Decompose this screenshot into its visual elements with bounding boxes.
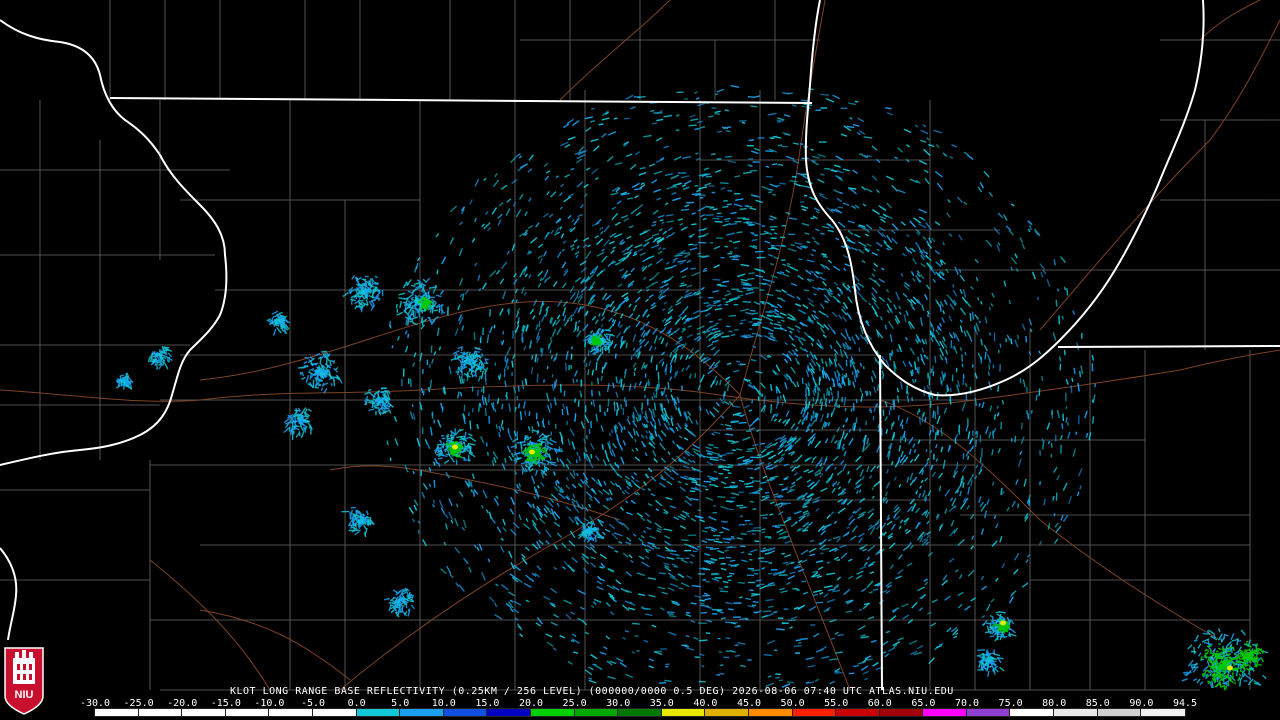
niu-logo-text: NIU: [15, 689, 34, 701]
scale-label: 0.0: [347, 698, 366, 709]
colorbar-segment: [791, 708, 838, 717]
reflectivity-colorbar: [94, 708, 1186, 717]
colorbar-segment: [529, 708, 576, 717]
scale-label: 10.0: [431, 698, 456, 709]
scale-label: 25.0: [562, 698, 587, 709]
colorbar-segment: [1140, 708, 1186, 717]
scale-label: -5.0: [300, 698, 326, 709]
scale-label: 40.0: [693, 698, 718, 709]
colorbar-segment: [268, 708, 314, 717]
colorbar-segment: [1009, 708, 1056, 717]
scale-label: -25.0: [123, 698, 154, 709]
scale-label: 15.0: [475, 698, 500, 709]
colorbar-segment: [94, 708, 140, 717]
colorbar-segment: [486, 708, 532, 717]
scale-label: 45.0: [736, 698, 762, 709]
product-caption: KLOT LONG RANGE BASE REFLECTIVITY (0.25K…: [230, 686, 954, 697]
colorbar-segment: [224, 708, 271, 717]
niu-logo: NIU: [3, 646, 45, 716]
niu-seal-icon: NIU: [4, 647, 44, 715]
scale-label: 5.0: [391, 698, 410, 709]
colorbar-segment: [137, 708, 184, 717]
scale-label: 50.0: [780, 698, 805, 709]
colorbar-segment: [922, 708, 968, 717]
scale-label: 90.0: [1129, 698, 1154, 709]
scale-label: -10.0: [254, 698, 285, 709]
colorbar-segment: [311, 708, 358, 717]
colorbar-segment: [442, 708, 489, 717]
colorbar-segment: [704, 708, 750, 717]
scale-label: -15.0: [210, 698, 241, 709]
scale-label: 80.0: [1042, 698, 1067, 709]
colorbar-segment: [965, 708, 1012, 717]
scale-label: 65.0: [911, 698, 936, 709]
colorbar-segment: [355, 708, 402, 717]
colorbar-segment: [1096, 708, 1143, 717]
scale-label: 20.0: [518, 698, 544, 709]
colorbar-segment: [399, 708, 445, 717]
colorbar-segment: [1053, 708, 1099, 717]
scale-label: 75.0: [998, 698, 1023, 709]
scale-label: 94.5: [1172, 698, 1198, 709]
colorbar-segment: [835, 708, 881, 717]
scale-label: 30.0: [606, 698, 631, 709]
scale-label: -20.0: [167, 698, 198, 709]
radar-map: [0, 0, 1280, 720]
scale-label: 85.0: [1085, 698, 1110, 709]
colorbar-segment: [617, 708, 663, 717]
colorbar-segment: [660, 708, 707, 717]
scale-label: -30.0: [79, 698, 111, 709]
scale-label: 70.0: [954, 698, 980, 709]
scale-label: 55.0: [824, 698, 849, 709]
colorbar-segment: [878, 708, 925, 717]
colorbar-segment: [181, 708, 227, 717]
scale-label: 60.0: [867, 698, 892, 709]
reflectivity-scale-labels: -30.0 -25.0 -20.0 -15.0 -10.0 -5.0 0.0 5.0 10.0 1…: [80, 698, 1198, 709]
colorbar-segment: [573, 708, 620, 717]
colorbar-segment: [747, 708, 794, 717]
scale-label: 35.0: [649, 698, 674, 709]
